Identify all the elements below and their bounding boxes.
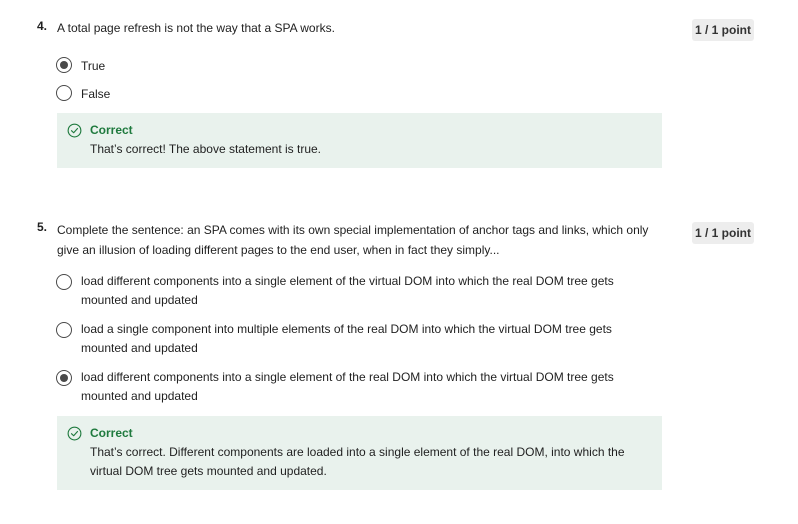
radio-button[interactable] (56, 322, 72, 338)
option-a[interactable]: load different components into a single … (56, 272, 641, 310)
check-circle-icon (67, 426, 82, 441)
points-badge: 1 / 1 point (692, 19, 754, 41)
check-circle-icon (67, 123, 82, 138)
question-number: 4. (37, 19, 48, 33)
feedback-title: Correct (90, 123, 133, 137)
option-label: True (81, 59, 106, 73)
radio-button-selected[interactable] (56, 370, 72, 386)
radio-button[interactable] (56, 274, 72, 290)
question-header: 5. Complete the sentence: an SPA comes w… (37, 220, 657, 260)
feedback-box: Correct That’s correct. Different compon… (57, 416, 662, 490)
option-false[interactable]: False (56, 85, 641, 104)
feedback-text: That’s correct. Different components are… (90, 445, 625, 478)
option-true[interactable]: True (56, 57, 641, 76)
radio-button[interactable] (56, 85, 72, 101)
option-label: load different components into a single … (81, 370, 614, 403)
points-badge: 1 / 1 point (692, 222, 754, 244)
feedback-title: Correct (90, 426, 133, 440)
radio-button-selected[interactable] (56, 57, 72, 73)
question-text: A total page refresh is not the way that… (57, 21, 335, 35)
option-label: False (81, 87, 111, 101)
option-label: load different components into a single … (81, 274, 614, 307)
question-header: 4. A total page refresh is not the way t… (37, 19, 657, 37)
option-label: load a single component into multiple el… (81, 322, 612, 355)
question-text: Complete the sentence: an SPA comes with… (57, 223, 649, 257)
feedback-text: That’s correct! The above statement is t… (90, 142, 321, 156)
option-c[interactable]: load different components into a single … (56, 368, 641, 406)
option-b[interactable]: load a single component into multiple el… (56, 320, 641, 358)
question-number: 5. (37, 220, 48, 234)
feedback-box: Correct That’s correct! The above statem… (57, 113, 662, 168)
